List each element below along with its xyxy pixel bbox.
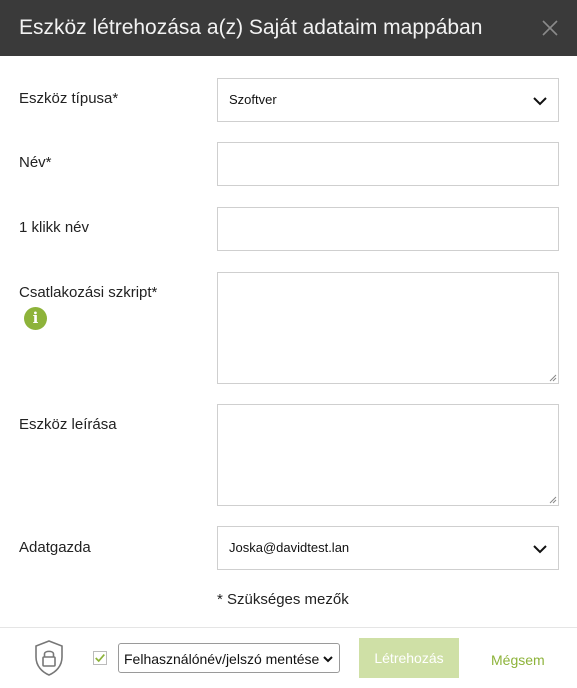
name-label: Név*: [19, 154, 52, 171]
resize-grip-icon[interactable]: [547, 494, 557, 504]
oneclick-name-input[interactable]: [217, 207, 559, 251]
info-icon[interactable]: i: [24, 307, 47, 330]
description-textarea[interactable]: [217, 404, 559, 506]
save-credentials-select[interactable]: Felhasználónév/jelszó mentése: [118, 643, 340, 673]
asset-type-value: Szoftver: [229, 92, 277, 107]
close-icon[interactable]: [538, 16, 562, 40]
save-credentials-checkbox[interactable]: [93, 651, 107, 665]
dialog-header: Eszköz létrehozása a(z) Saját adataim ma…: [0, 0, 577, 56]
connection-script-textarea[interactable]: [217, 272, 559, 384]
chevron-down-icon: [323, 656, 333, 663]
checkmark-icon: [95, 654, 105, 663]
save-credentials-option: Felhasználónév/jelszó mentése: [124, 651, 320, 667]
create-button[interactable]: Létrehozás: [359, 638, 459, 678]
create-asset-dialog: Eszköz létrehozása a(z) Saját adataim ma…: [0, 0, 577, 688]
oneclick-name-label: 1 klikk név: [19, 219, 90, 236]
asset-type-select[interactable]: Szoftver: [217, 78, 559, 122]
owner-select[interactable]: Joska@davidtest.lan: [217, 526, 559, 570]
owner-label: Adatgazda: [19, 539, 91, 556]
lock-icon: [35, 640, 63, 676]
description-label: Eszköz leírása: [19, 416, 117, 433]
name-input[interactable]: [217, 142, 559, 186]
connection-script-label: Csatlakozási szkript*: [19, 284, 158, 301]
cancel-button[interactable]: Mégsem: [491, 652, 545, 668]
resize-grip-icon[interactable]: [547, 372, 557, 382]
asset-type-label: Eszköz típusa*: [19, 90, 119, 107]
chevron-down-icon: [533, 97, 547, 106]
dialog-title: Eszköz létrehozása a(z) Saját adataim ma…: [19, 16, 483, 39]
owner-value: Joska@davidtest.lan: [229, 540, 350, 555]
chevron-down-icon: [533, 545, 547, 554]
required-fields-note: * Szükséges mezők: [217, 591, 349, 608]
